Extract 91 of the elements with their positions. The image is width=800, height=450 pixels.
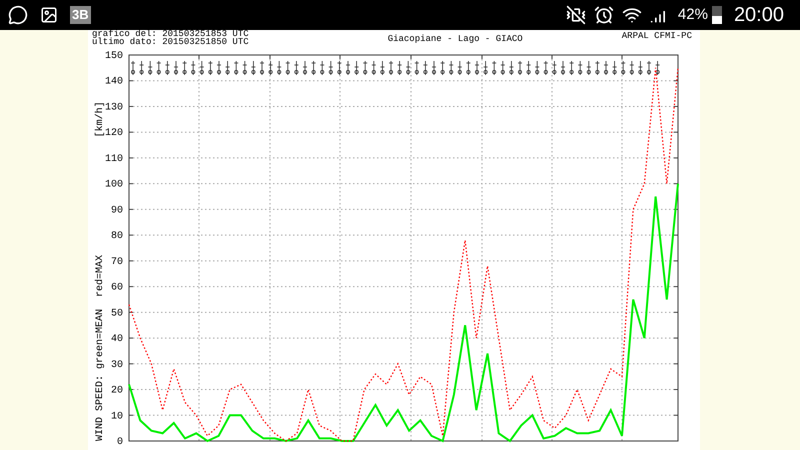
wind-barb-icon: [595, 60, 600, 76]
wind-barb-icon: [311, 60, 316, 76]
wind-barb-icon: [646, 60, 652, 76]
wind-barb-icon: [216, 60, 222, 76]
y-tick-label: 50: [110, 308, 123, 320]
battery-icon: [712, 6, 722, 24]
wind-barb-icon: [500, 60, 506, 76]
wind-barb-icon: [448, 60, 454, 76]
wind-barb-icon: [586, 60, 592, 76]
alarm-clock-icon: [594, 5, 614, 25]
wind-barb-icon: [346, 60, 350, 76]
y-tick-label: 20: [110, 386, 123, 397]
y-tick-label: 100: [104, 180, 123, 191]
wind-barb-icon: [543, 60, 548, 76]
wind-barb-icon: [388, 60, 394, 76]
wind-barb-icon: [604, 60, 608, 76]
wind-barb-icon: [518, 60, 522, 76]
wind-barb-icon: [474, 60, 480, 76]
wind-barb-icon: [620, 60, 626, 76]
source-label: ARPAL CFMI-PC: [622, 32, 692, 40]
image-icon: [40, 6, 58, 24]
wind-barb-icon: [190, 60, 196, 76]
wind-barb-icon: [320, 60, 325, 76]
y-tick-label: 150: [104, 51, 123, 62]
vibrate-off-icon: [566, 5, 586, 25]
wind-barb-icon: [294, 60, 299, 76]
y-tick-label: 90: [110, 205, 123, 216]
wind-barb-icon: [285, 60, 290, 76]
y-tick-label: 130: [104, 102, 123, 114]
wind-barb-icon: [268, 60, 273, 76]
wind-barb-icon: [509, 60, 514, 76]
chart-title: Giacopiane - Lago - GIACO: [388, 35, 523, 43]
wind-barb-icon: [440, 60, 445, 76]
y-tick-label: 120: [104, 128, 123, 140]
y-tick-label: 10: [110, 411, 123, 422]
app-badge-icon: 3B: [70, 6, 91, 24]
wind-barb-icon: [182, 60, 187, 76]
wind-barb-icon: [251, 60, 256, 76]
clock-time: 20:00: [734, 3, 784, 28]
wind-barb-icon: [174, 60, 178, 76]
wind-barb-icon: [492, 60, 497, 76]
wind-barb-icon: [260, 60, 264, 76]
wind-barb-icon: [638, 60, 643, 76]
wind-barb-icon: [208, 60, 213, 76]
wind-barb-icon: [397, 60, 402, 76]
wind-barb-icon: [148, 60, 153, 76]
legend-label: WIND SPEED: green=MEAN red=MAX: [95, 254, 106, 441]
wind-barb-icon: [130, 60, 136, 76]
wind-barb-icon: [526, 60, 531, 76]
wind-barb-icon: [655, 60, 660, 76]
y-tick-label: 30: [110, 360, 123, 371]
wind-barb-icon: [165, 60, 170, 76]
chat-bubble-icon: [8, 5, 28, 25]
y-tick-label: 110: [104, 154, 123, 165]
wind-barb-icon: [629, 60, 634, 76]
wind-barb-icon: [234, 60, 239, 76]
wind-barb-icon: [371, 60, 376, 76]
y-tick-label: 40: [110, 334, 123, 346]
wind-barb-icon: [276, 60, 282, 76]
wind-barb-icon: [354, 60, 359, 76]
wind-barb-icon: [483, 60, 488, 76]
wind-barb-icon: [466, 60, 471, 76]
y-tick-label: 70: [110, 256, 123, 268]
y-axis-label: [km/h]: [95, 101, 106, 138]
wind-barb-icon: [569, 60, 574, 76]
y-tick-label: 140: [104, 76, 123, 88]
wind-barb-icon: [302, 60, 308, 76]
wind-barb-icon: [362, 60, 368, 76]
last-data-timestamp: ultimo dato: 201503251850 UTC: [92, 38, 249, 46]
y-tick-label: 80: [110, 231, 123, 242]
wind-barb-icon: [612, 60, 617, 76]
wind-barb-icon: [423, 60, 428, 76]
battery-percent: 42%: [678, 4, 708, 25]
wind-barb-icon: [337, 60, 342, 76]
wind-barb-icon: [139, 60, 144, 76]
wind-barb-icon: [225, 60, 230, 76]
wind-barb-icon: [457, 60, 462, 76]
wind-barb-icon: [534, 60, 540, 76]
wind-barb-icon: [560, 60, 566, 76]
wind-barb-icon: [156, 60, 162, 76]
wind-barb-icon: [406, 60, 411, 76]
wind-barb-icon: [242, 60, 248, 76]
wind-barb-icon: [552, 60, 557, 76]
wind-barb-icon: [199, 60, 204, 76]
wind-barb-icon: [432, 60, 436, 76]
wind-barb-icon: [578, 60, 583, 76]
y-tick-label: 60: [110, 282, 123, 294]
y-tick-label: 0: [116, 437, 123, 448]
wind-barb-icon: [380, 60, 385, 76]
wind-barb-icon: [328, 60, 334, 76]
wind-barb-icon: [414, 60, 420, 76]
